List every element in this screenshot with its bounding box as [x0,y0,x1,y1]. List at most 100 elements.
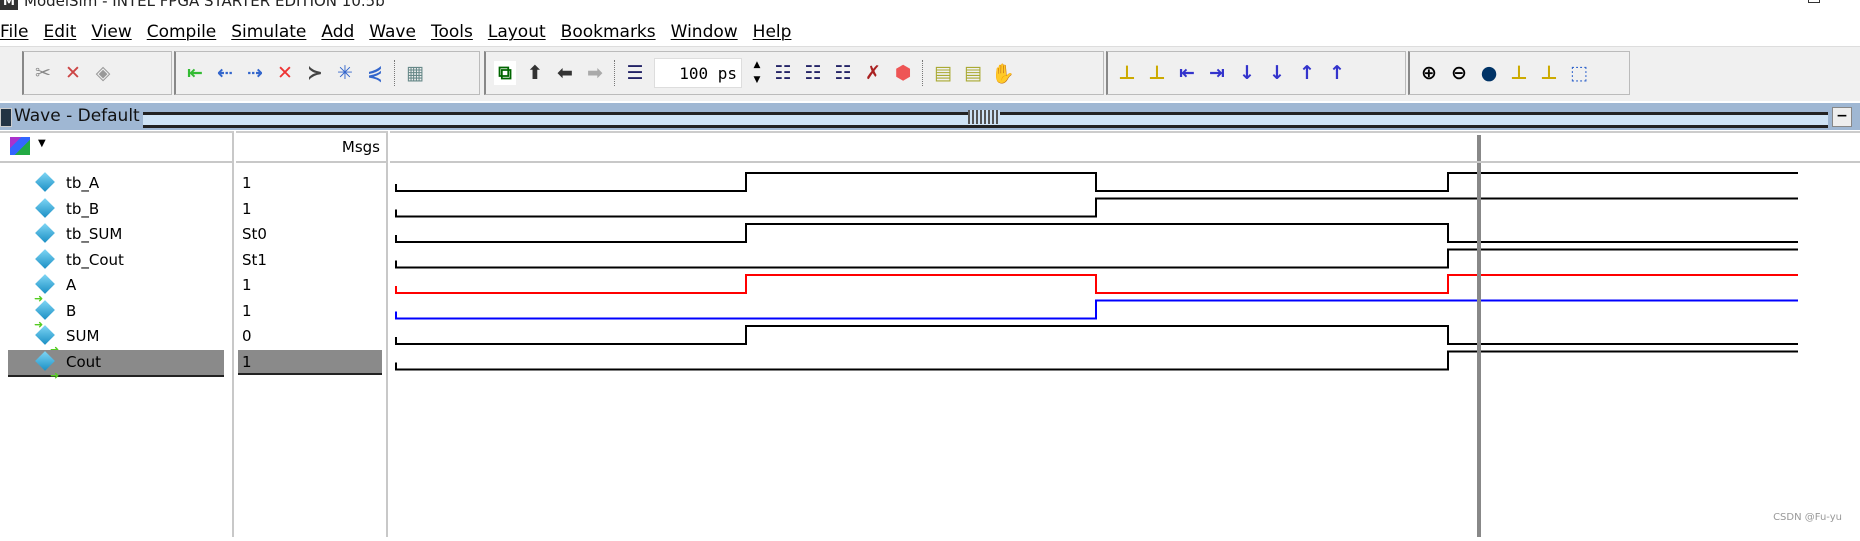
signal-value[interactable]: 1 [238,349,382,375]
memory-icon[interactable]: ▤ [962,61,984,85]
watermark: CSDN @Fu-yu [1773,512,1842,523]
toolbar-sim-group: ⧉ ⬆ ⬅ ➡ ☰ 100 ps ▲ ▼ ☷ ☷ ☷ ✗ ⬢ ▤ ▤ ✋ [484,51,1104,95]
menu-add[interactable]: Add [321,22,363,46]
signal-name: B [66,301,77,320]
step-back-icon[interactable]: ⬅ [554,61,576,85]
signal-value[interactable]: 1 [238,171,382,196]
toolbar-edit-group: ✂ ✕ ◈ [22,51,172,95]
step-up-icon[interactable]: ⬆ [524,61,546,85]
delete-cursor-icon[interactable]: ⊥ [1146,61,1168,85]
menu-wave[interactable]: Wave [369,22,425,46]
toolbar-signal-group: ⇤ ⇠ ⇢ ✕ ≻ ✳ ⋞ ▦ [174,51,480,95]
calculator-icon[interactable]: ▦ [404,61,426,85]
signal-row-A[interactable]: ➜ A [8,273,224,305]
next-falling-icon[interactable]: ↓ [1266,61,1288,85]
menu-tools[interactable]: Tools [431,22,482,46]
waveform-A[interactable] [395,274,1798,294]
run-length-spinner[interactable]: ▲ ▼ [750,58,764,88]
wave-window-icon [0,108,12,127]
signal-row-tb_SUM[interactable]: tb_SUM [8,222,224,247]
collapse-icon[interactable]: ≻ [304,61,326,85]
waveform-Cout[interactable] [395,350,1798,371]
performance-icon[interactable]: ▤ [932,61,954,85]
break-icon[interactable]: ✗ [862,61,884,85]
restore-button[interactable] [1808,0,1820,3]
signal-row-Cout[interactable]: ➜ Cout [8,349,224,382]
signal-value[interactable]: 1 [238,299,382,324]
hand-icon[interactable]: ✋ [991,61,1015,85]
menu-simulate[interactable]: Simulate [231,22,315,46]
waveform-tb_B[interactable] [395,197,1798,218]
step-forward-icon[interactable]: ➡ [584,61,606,85]
menu-compile[interactable]: Compile [147,22,226,46]
expand-icon[interactable]: ✳ [334,61,356,85]
run-all-icon[interactable]: ☷ [832,61,854,85]
signal-value[interactable]: St0 [238,222,382,247]
signal-name: Cout [66,352,102,371]
menu-edit[interactable]: Edit [43,22,85,46]
stop-icon[interactable]: ⬢ [892,61,914,85]
add-cursor-icon[interactable]: ⊥ [1116,61,1138,85]
prev-falling-icon[interactable]: ↓ [1236,61,1258,85]
run-length-input[interactable]: 100 ps [654,58,742,88]
signal-value[interactable]: 0 [238,324,382,349]
next-rising-icon[interactable]: ↑ [1326,61,1348,85]
signal-names-pane: ▼ tb_A tb_B tb_SUM tb_Cout ➜A➜B➜SUM ➜ Cout [0,131,234,537]
signal-row-tb_Cout[interactable]: tb_Cout [8,248,224,273]
next-edge-icon[interactable]: ⇢ [244,61,266,85]
insert-cursor-icon[interactable]: ⇤ [184,61,206,85]
wave-window-header[interactable]: Wave - Default − [0,103,1860,130]
prev-edge-icon[interactable]: ⇠ [214,61,236,85]
delete-icon[interactable]: ✕ [62,61,84,85]
find-icon[interactable]: ◈ [92,61,114,85]
collapse-all-icon[interactable]: ⋞ [364,61,386,85]
zoom-region-icon[interactable]: ⬚ [1568,61,1590,85]
menu-layout[interactable]: Layout [488,22,555,46]
modelsim-logo-icon: M [0,0,18,10]
drag-grip-icon[interactable] [968,110,1000,124]
signal-row-tb_A[interactable]: tb_A [8,171,224,196]
menu-file[interactable]: File [0,22,37,46]
signal-row-tb_B[interactable]: tb_B [8,197,224,222]
prev-rising-icon[interactable]: ↑ [1296,61,1318,85]
spin-down-icon[interactable]: ▼ [750,73,764,88]
waveform-canvas[interactable] [390,133,1860,537]
minimize-button[interactable]: − [1832,107,1852,127]
zoom-out-icon[interactable]: ⊖ [1448,61,1470,85]
waveform-pane[interactable] [390,131,1860,537]
menu-help[interactable]: Help [753,22,801,46]
waveform-tb_Cout[interactable] [395,248,1798,269]
cut-icon[interactable]: ✂ [32,61,54,85]
signal-value[interactable]: 1 [238,273,382,298]
waveform-SUM[interactable] [395,325,1798,345]
waveform-tb_A[interactable] [395,172,1798,192]
menu-view[interactable]: View [91,22,140,46]
signal-value[interactable]: St1 [238,248,382,273]
signal-diamond-icon [35,223,55,243]
run-icon[interactable]: ☷ [772,61,794,85]
run-length-icon[interactable]: ☰ [624,61,646,85]
signal-diamond-icon [35,248,55,269]
signal-row-B[interactable]: ➜ B [8,299,224,331]
zoom-cursor-icon[interactable]: ⊥ [1508,61,1530,85]
separator [614,60,616,86]
menu-window[interactable]: Window [671,22,747,46]
zoom-in-icon[interactable]: ⊕ [1418,61,1440,85]
prev-transition-icon[interactable]: ⇤ [1176,61,1198,85]
signal-row-SUM[interactable]: ➜SUM [8,324,224,356]
signal-name: SUM [66,327,100,345]
menu-bookmarks[interactable]: Bookmarks [561,22,665,46]
next-transition-icon[interactable]: ⇥ [1206,61,1228,85]
restart-icon[interactable]: ⧉ [494,61,516,85]
expand-red-icon[interactable]: ✕ [274,61,296,85]
waveform-tb_SUM[interactable] [395,223,1798,243]
continue-icon[interactable]: ☷ [802,61,824,85]
signal-value[interactable]: 1 [238,197,382,222]
dropdown-arrow-icon[interactable]: ▼ [38,138,46,149]
zoom-between-cursors-icon[interactable]: ⊥ [1538,61,1560,85]
zoom-full-icon[interactable]: ● [1478,61,1500,85]
spin-up-icon[interactable]: ▲ [750,58,764,73]
waveform-B[interactable] [395,299,1798,320]
object-type-icon[interactable] [10,137,30,155]
separator [394,60,396,86]
